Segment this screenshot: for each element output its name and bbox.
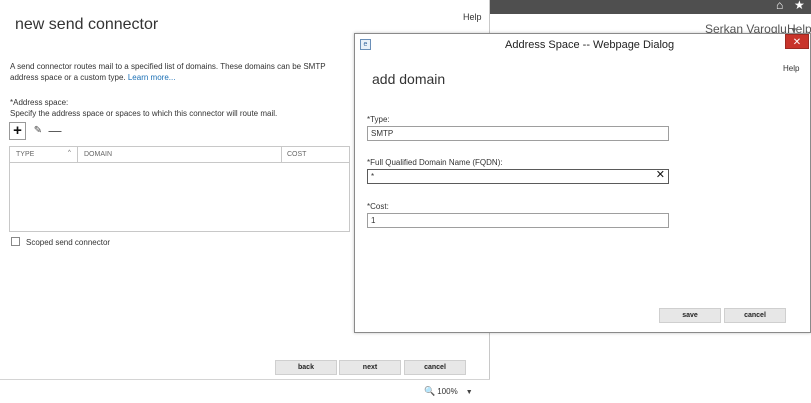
learn-more-link[interactable]: Learn more...	[128, 73, 176, 82]
column-divider	[281, 147, 282, 163]
ie-app-icon: e	[360, 39, 371, 50]
dialog-help-link[interactable]: Help	[783, 64, 799, 73]
top-bar: ⌂ ★	[490, 0, 811, 14]
cost-label: *Cost:	[367, 202, 389, 211]
column-divider	[77, 147, 78, 163]
clear-icon[interactable]: ✕	[656, 169, 665, 182]
chevron-down-icon[interactable]: ▼	[466, 389, 473, 396]
save-button[interactable]: save	[659, 308, 721, 323]
star-icon[interactable]: ★	[794, 0, 805, 12]
address-space-dialog: e Address Space -- Webpage Dialog ✕ Help…	[354, 33, 811, 333]
column-header-cost[interactable]: COST	[287, 151, 306, 158]
scoped-label: Scoped send connector	[26, 238, 111, 247]
address-space-label: *Address space:	[10, 98, 69, 107]
close-button[interactable]: ✕	[785, 34, 809, 49]
status-bar: 🔍 100% ▼	[0, 379, 490, 403]
type-field[interactable]: SMTP	[367, 126, 669, 141]
dialog-cancel-button[interactable]: cancel	[724, 308, 786, 323]
fqdn-input[interactable]: * ✕	[367, 169, 669, 184]
page-title: new send connector	[15, 16, 159, 33]
dialog-titlebar[interactable]: e Address Space -- Webpage Dialog ✕	[355, 34, 810, 54]
sort-ascending-icon: ^	[68, 150, 71, 156]
dialog-heading: add domain	[372, 71, 446, 87]
add-button[interactable]: +	[9, 122, 26, 140]
scoped-send-connector-checkbox[interactable]: Scoped send connector	[11, 237, 110, 247]
back-button[interactable]: back	[275, 360, 337, 375]
column-header-domain[interactable]: DOMAIN	[84, 151, 112, 158]
zoom-level: 100%	[437, 387, 458, 396]
home-icon[interactable]: ⌂	[776, 0, 783, 12]
help-link[interactable]: Help	[463, 12, 482, 22]
dialog-window-title: Address Space -- Webpage Dialog	[505, 39, 675, 51]
checkbox[interactable]	[11, 237, 20, 246]
address-space-table[interactable]: TYPE ^ DOMAIN COST	[9, 146, 350, 232]
next-button[interactable]: next	[339, 360, 401, 375]
type-label: *Type:	[367, 115, 390, 124]
column-header-type[interactable]: TYPE	[16, 151, 34, 158]
zoom-control[interactable]: 🔍 100% ▼	[424, 386, 473, 397]
zoom-icon: 🔍	[424, 386, 436, 396]
description: A send connector routes mail to a specif…	[10, 61, 350, 83]
address-space-hint: Specify the address space or spaces to w…	[10, 109, 278, 118]
table-header: TYPE ^ DOMAIN COST	[10, 147, 349, 163]
remove-icon[interactable]: —	[48, 122, 62, 140]
cost-input[interactable]: 1	[367, 213, 669, 228]
cancel-button[interactable]: cancel	[404, 360, 466, 375]
edit-icon[interactable]: ✎	[31, 122, 45, 140]
fqdn-label: *Full Qualified Domain Name (FQDN):	[367, 158, 503, 167]
fqdn-value: *	[371, 172, 375, 181]
